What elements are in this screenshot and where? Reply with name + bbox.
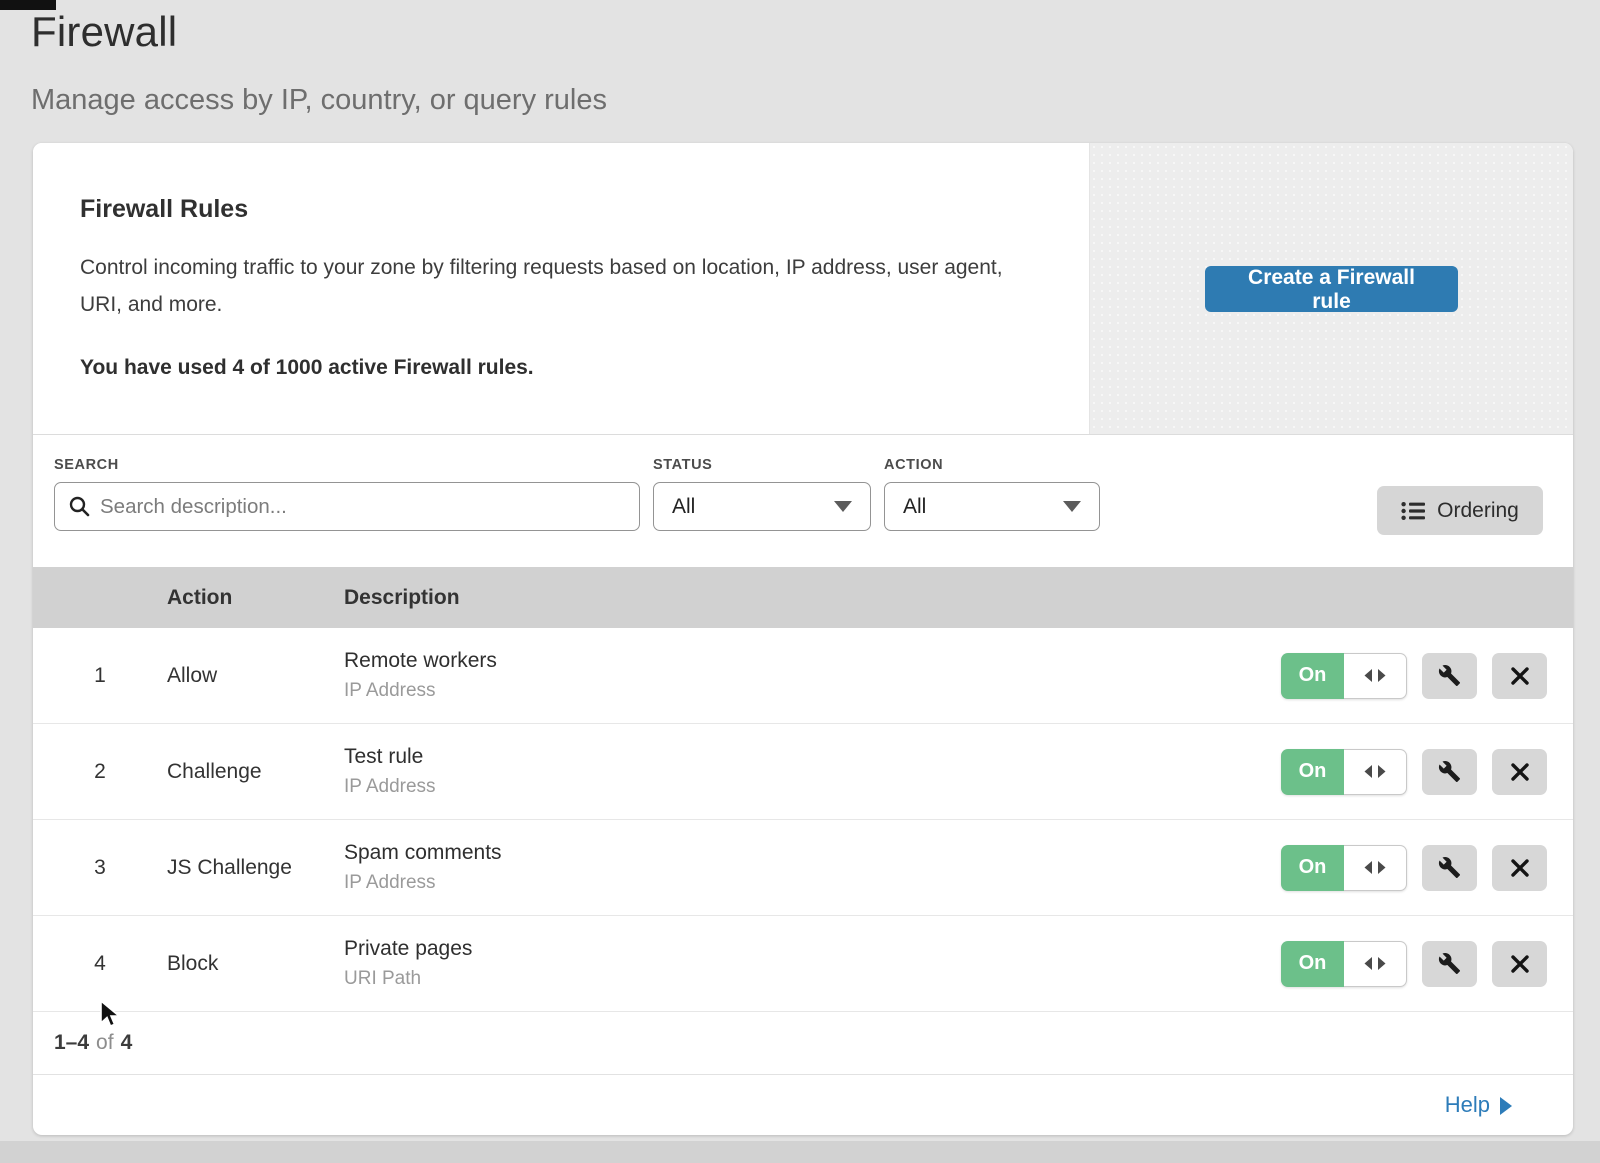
rule-controls: On	[1281, 749, 1573, 795]
intro-section: Firewall Rules Control incoming traffic …	[33, 143, 1573, 435]
rule-priority: 4	[33, 952, 167, 976]
delete-rule-button[interactable]	[1492, 749, 1547, 795]
search-icon	[69, 496, 90, 517]
rule-description: Private pages	[344, 937, 1281, 961]
table-row: 2 Challenge Test rule IP Address On	[33, 724, 1573, 820]
chevron-down-icon	[1063, 501, 1081, 512]
table-row: 3 JS Challenge Spam comments IP Address …	[33, 820, 1573, 916]
toggle-handle[interactable]	[1344, 749, 1407, 795]
rule-controls: On	[1281, 845, 1573, 891]
edit-rule-button[interactable]	[1422, 749, 1477, 795]
toggle-arrows-icon	[1364, 860, 1386, 875]
filters-bar: SEARCH STATUS All ACTION All Ordering	[33, 435, 1573, 567]
help-arrow-icon	[1500, 1097, 1512, 1115]
rule-description-cell: Test rule IP Address	[344, 745, 1281, 798]
action-dropdown[interactable]: All	[884, 482, 1100, 531]
rule-enabled-toggle[interactable]: On	[1281, 941, 1407, 987]
search-label: SEARCH	[54, 457, 119, 473]
delete-rule-button[interactable]	[1492, 941, 1547, 987]
rule-enabled-toggle[interactable]: On	[1281, 749, 1407, 795]
toggle-handle[interactable]	[1344, 941, 1407, 987]
search-box[interactable]	[54, 482, 640, 531]
edit-rule-button[interactable]	[1422, 653, 1477, 699]
table-header: Action Description	[33, 567, 1573, 628]
table-row: 4 Block Private pages URI Path On	[33, 916, 1573, 1012]
rule-action: Allow	[167, 664, 344, 688]
help-row: Help	[33, 1075, 1573, 1134]
toggle-handle[interactable]	[1344, 653, 1407, 699]
firewall-rules-card: Firewall Rules Control incoming traffic …	[33, 143, 1573, 1135]
toggle-arrows-icon	[1364, 764, 1386, 779]
rule-description-cell: Spam comments IP Address	[344, 841, 1281, 894]
action-label: ACTION	[884, 457, 943, 473]
rule-match-type: URI Path	[344, 968, 1281, 990]
status-label: STATUS	[653, 457, 712, 473]
rule-enabled-toggle[interactable]: On	[1281, 845, 1407, 891]
table-row: 1 Allow Remote workers IP Address On	[33, 628, 1573, 724]
help-link-label: Help	[1445, 1092, 1490, 1118]
pagination-of-text: of	[96, 1031, 114, 1055]
rule-description: Remote workers	[344, 649, 1281, 673]
pagination-range: 1–4	[54, 1031, 89, 1055]
search-input[interactable]	[100, 495, 625, 519]
column-description: Description	[344, 586, 1573, 610]
wrench-icon	[1438, 952, 1461, 975]
action-dropdown-value: All	[903, 495, 926, 519]
close-icon	[1510, 858, 1530, 878]
wrench-icon	[1438, 760, 1461, 783]
pagination-summary: 1–4 of 4	[33, 1012, 1573, 1075]
intro-text-panel: Firewall Rules Control incoming traffic …	[33, 143, 1089, 434]
toggle-on-segment[interactable]: On	[1281, 653, 1344, 699]
delete-rule-button[interactable]	[1492, 845, 1547, 891]
rule-description: Test rule	[344, 745, 1281, 769]
rule-action: Block	[167, 952, 344, 976]
intro-heading: Firewall Rules	[80, 195, 1029, 224]
intro-action-panel: Create a Firewall rule	[1089, 143, 1573, 434]
toggle-arrows-icon	[1364, 956, 1386, 971]
edit-rule-button[interactable]	[1422, 941, 1477, 987]
rule-match-type: IP Address	[344, 872, 1281, 894]
wrench-icon	[1438, 664, 1461, 687]
create-firewall-rule-button[interactable]: Create a Firewall rule	[1205, 266, 1458, 312]
rule-controls: On	[1281, 941, 1573, 987]
rule-priority: 2	[33, 760, 167, 784]
page-title: Firewall	[31, 8, 607, 56]
rule-action: JS Challenge	[167, 856, 344, 880]
pagination-total: 4	[121, 1031, 133, 1055]
status-dropdown[interactable]: All	[653, 482, 871, 531]
intro-description: Control incoming traffic to your zone by…	[80, 249, 1029, 323]
rule-controls: On	[1281, 653, 1573, 699]
toggle-handle[interactable]	[1344, 845, 1407, 891]
page-subtitle: Manage access by IP, country, or query r…	[31, 84, 607, 117]
chevron-down-icon	[834, 501, 852, 512]
status-dropdown-value: All	[672, 495, 695, 519]
rule-enabled-toggle[interactable]: On	[1281, 653, 1407, 699]
ordering-button[interactable]: Ordering	[1377, 486, 1543, 535]
screen-artifact-bottom	[0, 1141, 1600, 1163]
toggle-on-segment[interactable]: On	[1281, 941, 1344, 987]
rule-priority: 1	[33, 664, 167, 688]
ordering-button-label: Ordering	[1437, 499, 1519, 523]
help-link[interactable]: Help	[1445, 1092, 1512, 1118]
close-icon	[1510, 954, 1530, 974]
edit-rule-button[interactable]	[1422, 845, 1477, 891]
rule-description-cell: Private pages URI Path	[344, 937, 1281, 990]
ordering-list-icon	[1401, 501, 1425, 521]
delete-rule-button[interactable]	[1492, 653, 1547, 699]
rule-match-type: IP Address	[344, 680, 1281, 702]
toggle-on-segment[interactable]: On	[1281, 845, 1344, 891]
rule-priority: 3	[33, 856, 167, 880]
column-action: Action	[167, 586, 344, 610]
toggle-on-segment[interactable]: On	[1281, 749, 1344, 795]
toggle-arrows-icon	[1364, 668, 1386, 683]
close-icon	[1510, 762, 1530, 782]
usage-summary: You have used 4 of 1000 active Firewall …	[80, 356, 1029, 380]
wrench-icon	[1438, 856, 1461, 879]
page-header: Firewall Manage access by IP, country, o…	[31, 8, 607, 117]
rule-match-type: IP Address	[344, 776, 1281, 798]
rule-description-cell: Remote workers IP Address	[344, 649, 1281, 702]
rule-description: Spam comments	[344, 841, 1281, 865]
rule-action: Challenge	[167, 760, 344, 784]
close-icon	[1510, 666, 1530, 686]
